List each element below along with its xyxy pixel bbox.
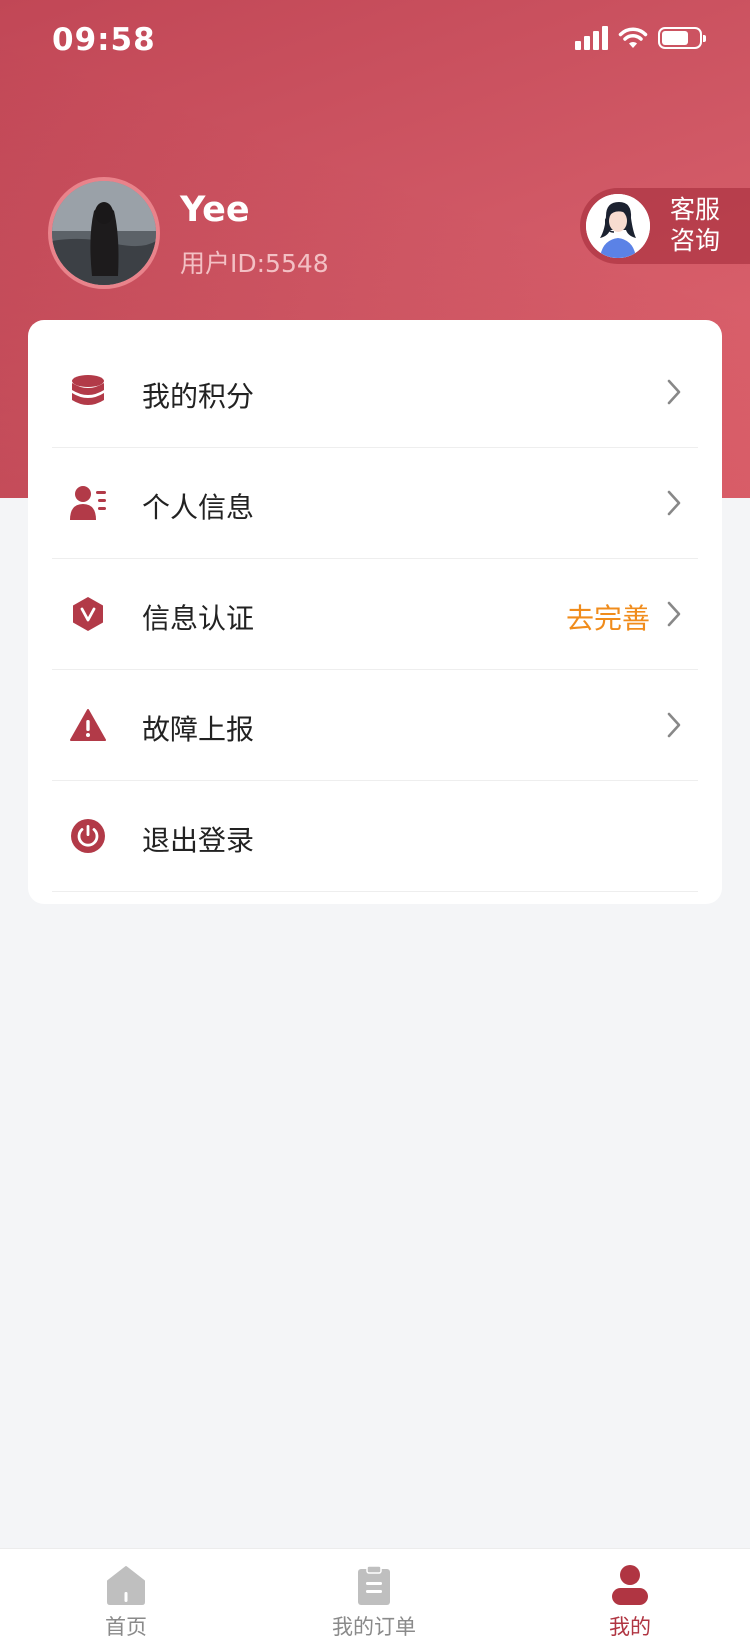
menu-item-label: 我的积分 xyxy=(142,380,255,413)
customer-service-label: 客服 咨询 xyxy=(670,195,721,255)
coins-stack-icon xyxy=(72,375,104,405)
chevron-right-icon xyxy=(667,379,681,405)
status-time: 09:58 xyxy=(52,22,156,58)
power-icon xyxy=(71,819,105,853)
person-info-icon xyxy=(70,486,106,520)
user-icon xyxy=(612,1565,648,1605)
menu-card: 我的积分 个人信息 信息认证 去完善 故障上报 退出登录 xyxy=(28,320,722,904)
tab-label: 我的 xyxy=(609,1615,651,1639)
tab-mine[interactable]: 我的 xyxy=(550,1549,710,1648)
wifi-icon xyxy=(618,27,648,48)
profile-screen: 09:58 Yee 用户ID:5548 客服 咨询 我的积分 个人信息 信息认证… xyxy=(0,0,750,1648)
warning-triangle-icon xyxy=(70,709,106,741)
avatar-photo xyxy=(52,181,156,285)
tab-home[interactable]: 首页 xyxy=(46,1549,206,1648)
chevron-right-icon xyxy=(667,712,681,738)
cellular-signal-icon xyxy=(575,26,608,50)
chevron-right-icon xyxy=(667,490,681,516)
tab-label: 我的订单 xyxy=(332,1615,416,1639)
status-icons xyxy=(575,26,706,50)
chevron-right-icon xyxy=(667,601,681,627)
customer-service-avatar-icon xyxy=(586,194,650,258)
avatar[interactable] xyxy=(48,177,160,289)
complete-info-hint: 去完善 xyxy=(565,602,650,635)
tab-label: 首页 xyxy=(105,1615,147,1639)
menu-item-logout[interactable]: 退出登录 xyxy=(52,781,698,892)
menu-item-label: 退出登录 xyxy=(142,824,255,857)
tab-bar: 首页 我的订单 我的 xyxy=(0,1548,750,1648)
clipboard-icon xyxy=(358,1565,390,1605)
menu-item-personal-info[interactable]: 个人信息 xyxy=(52,448,698,559)
menu-item-label: 故障上报 xyxy=(142,713,255,746)
home-icon xyxy=(107,1566,145,1605)
user-id: 用户ID:5548 xyxy=(180,249,329,278)
tab-orders[interactable]: 我的订单 xyxy=(294,1549,454,1648)
menu-item-verification[interactable]: 信息认证 去完善 xyxy=(52,559,698,670)
menu-item-points[interactable]: 我的积分 xyxy=(52,337,698,448)
username: Yee xyxy=(180,190,250,230)
menu-item-fault-report[interactable]: 故障上报 xyxy=(52,670,698,781)
menu-item-label: 个人信息 xyxy=(142,491,255,524)
customer-service-button[interactable]: 客服 咨询 xyxy=(580,188,750,264)
battery-icon xyxy=(658,27,706,49)
menu-item-label: 信息认证 xyxy=(142,602,255,635)
verified-hexagon-icon xyxy=(73,597,103,631)
